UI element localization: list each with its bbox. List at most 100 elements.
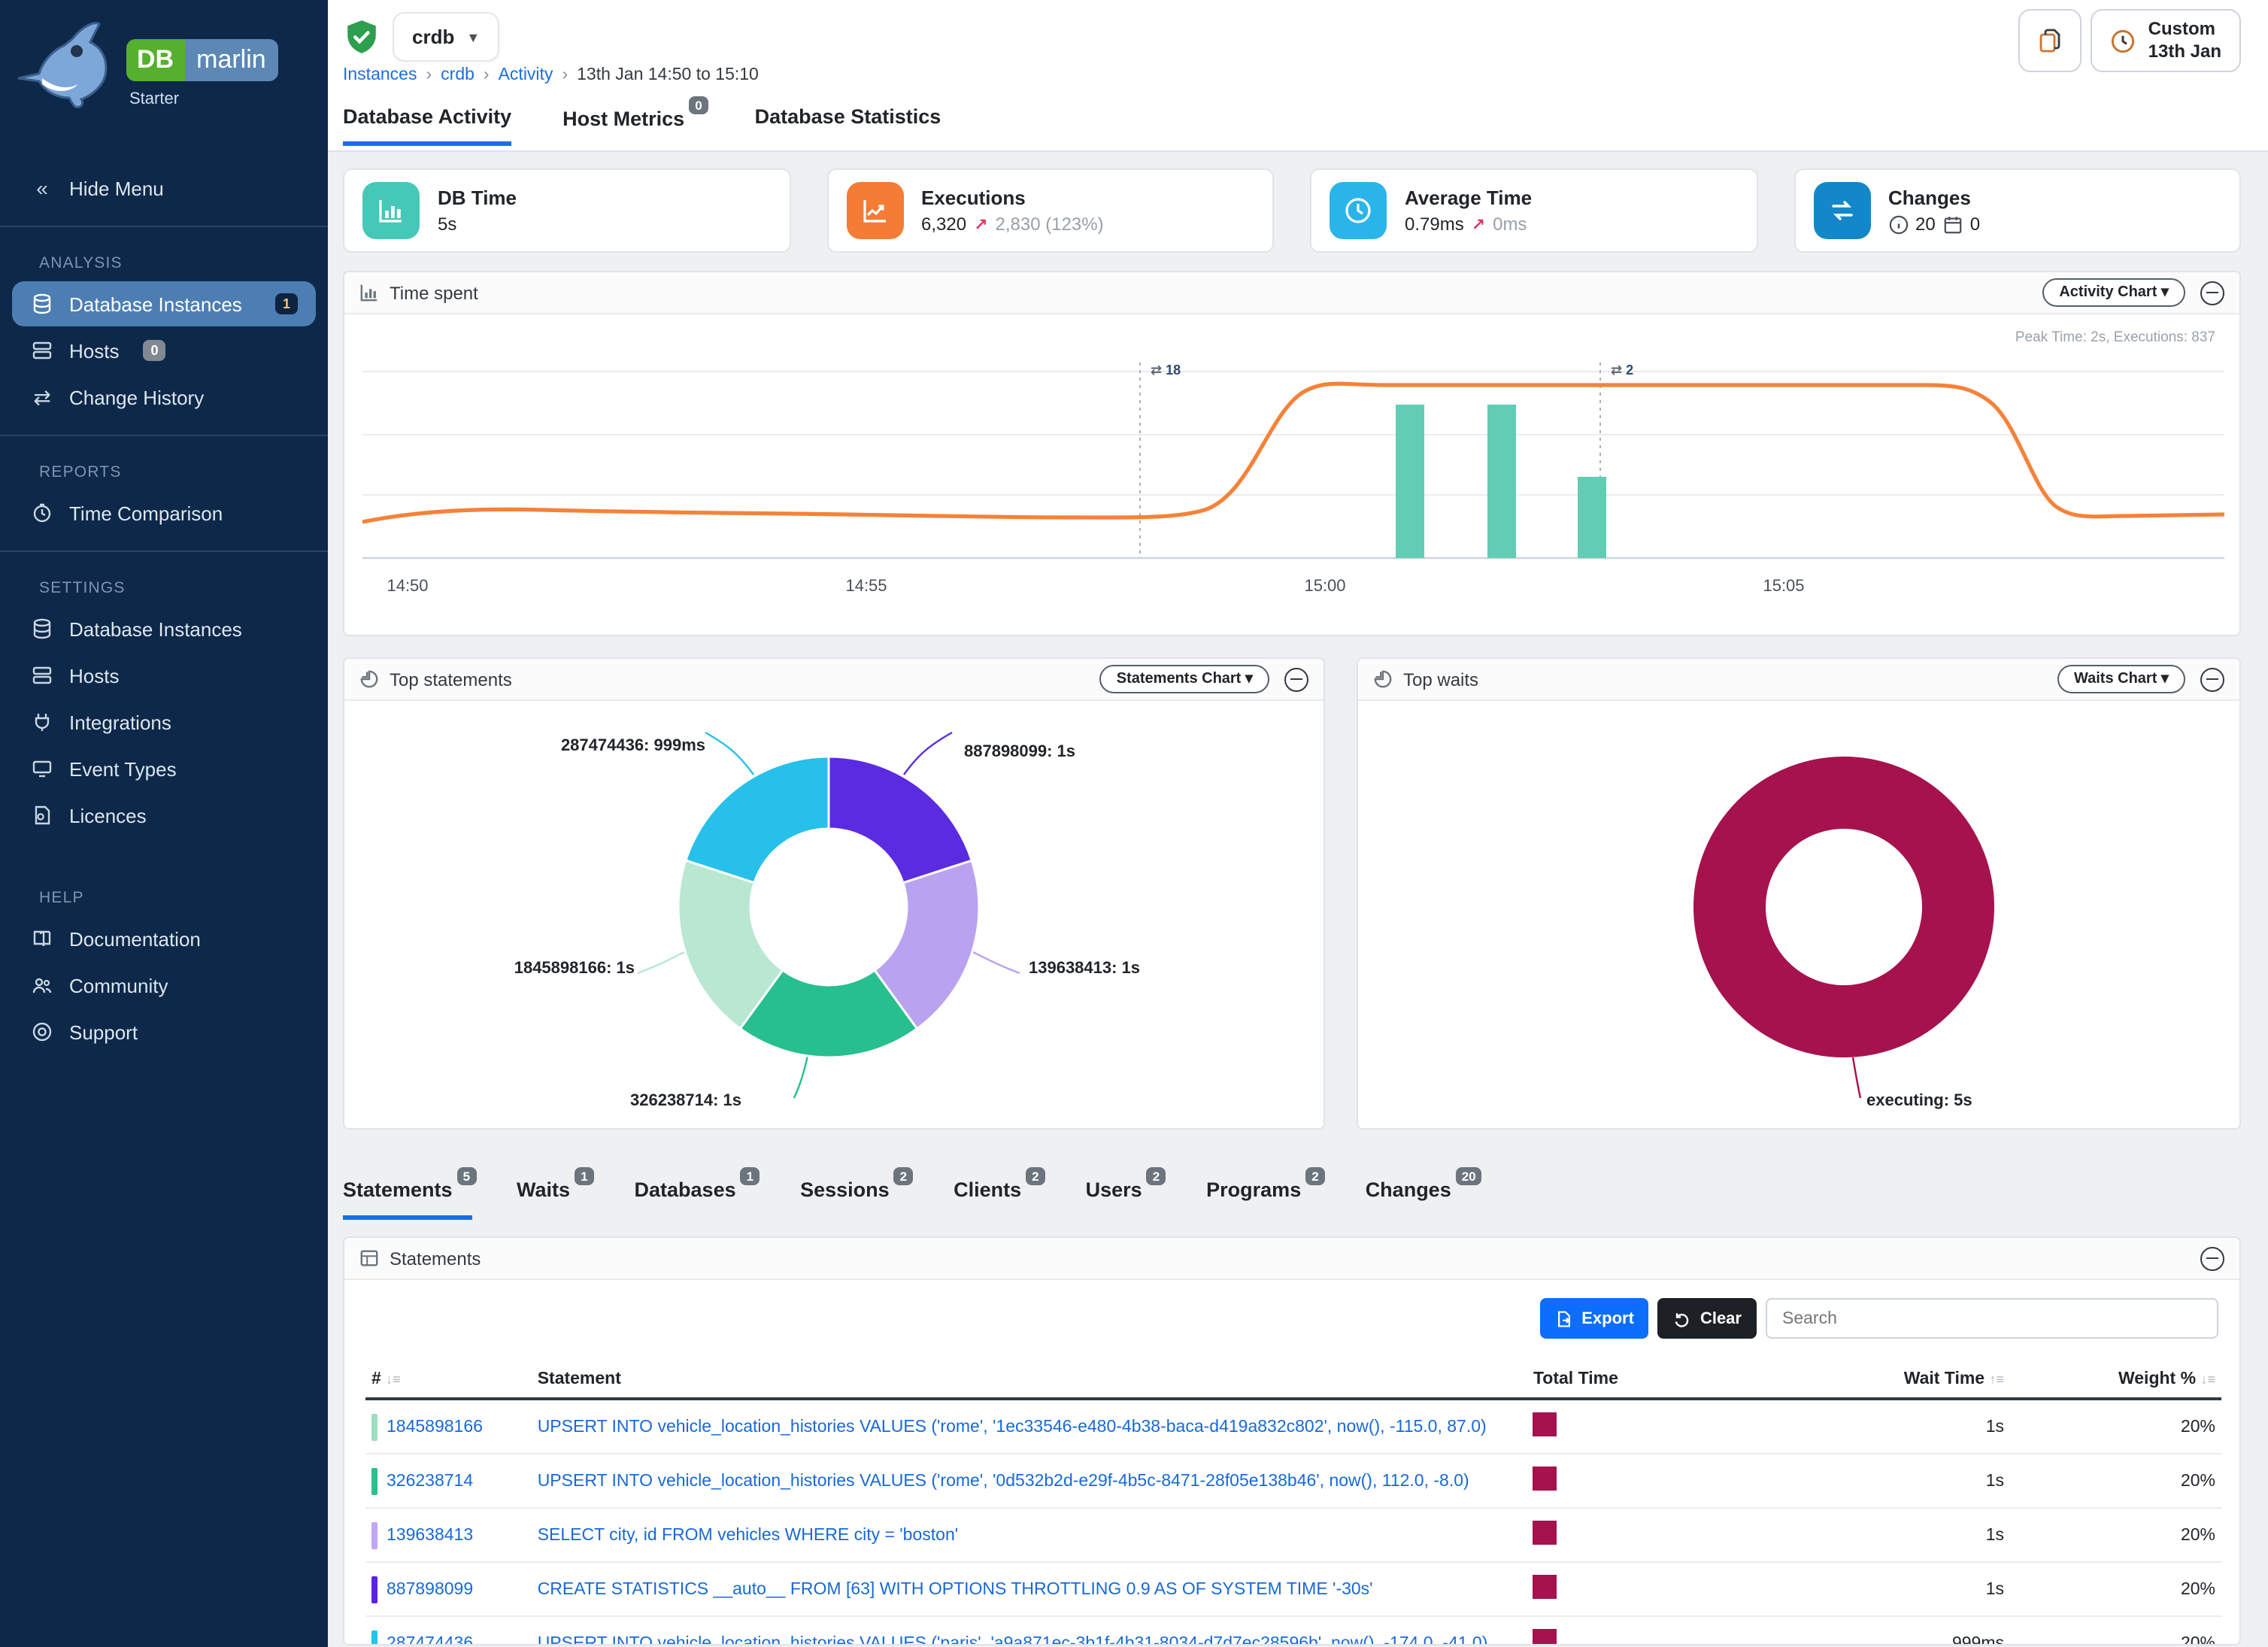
- statement-link[interactable]: UPSERT INTO vehicle_location_histories V…: [538, 1418, 1487, 1436]
- sort-icon[interactable]: ↓≡: [2200, 1372, 2215, 1387]
- book-icon: [30, 927, 54, 951]
- statement-id-link[interactable]: 287474436: [387, 1634, 473, 1645]
- collapse-icon[interactable]: [1284, 667, 1308, 691]
- instance-selector[interactable]: crdb ▼: [393, 12, 499, 62]
- waits-chart-select[interactable]: Waits Chart ▾: [2057, 665, 2185, 693]
- sidebar-item-database-instances[interactable]: Database Instances 1: [12, 281, 316, 326]
- logo[interactable]: DB marlin Starter: [0, 0, 328, 138]
- wait-time: 1s: [1784, 1399, 2010, 1454]
- tab-users[interactable]: Users2: [1086, 1176, 1162, 1219]
- tab-sessions[interactable]: Sessions2: [800, 1176, 908, 1219]
- sidebar-item-label: Integrations: [69, 711, 171, 733]
- peak-note: Peak Time: 2s, Executions: 837: [2015, 329, 2215, 346]
- activity-chart[interactable]: ⇄ 18 ⇄ 2 14:50 14:55 15:00 15:05: [362, 347, 2224, 611]
- logo-marlin: marlin: [184, 39, 278, 81]
- statement-link[interactable]: SELECT city, id FROM vehicles WHERE city…: [538, 1526, 958, 1544]
- statement-id-link[interactable]: 887898099: [387, 1580, 473, 1598]
- donut-label-887898099[interactable]: 887898099: 1s: [964, 743, 1075, 761]
- weight: 20%: [2010, 1399, 2221, 1454]
- donut-label-1845898166[interactable]: 1845898166: 1s: [379, 960, 635, 978]
- statement-link[interactable]: UPSERT INTO vehicle_location_histories V…: [538, 1634, 1488, 1645]
- sidebar-item-change-history[interactable]: ⇄ Change History: [12, 375, 316, 420]
- top-waits-donut[interactable]: [1648, 711, 2039, 1103]
- tab-badge: 0: [689, 96, 708, 114]
- chevron-down-icon: ▼: [466, 29, 480, 44]
- sidebar-item-event-types[interactable]: Event Types: [12, 746, 316, 791]
- sidebar-item-licences[interactable]: Licences: [12, 793, 316, 838]
- table-row[interactable]: 1845898166 UPSERT INTO vehicle_location_…: [365, 1399, 2221, 1454]
- table-icon: [359, 1248, 379, 1268]
- divider: [0, 226, 328, 227]
- delta-up-icon: ↗: [1472, 214, 1485, 234]
- table-row[interactable]: 287474436 UPSERT INTO vehicle_location_h…: [365, 1616, 2221, 1645]
- sidebar-item-settings-hosts[interactable]: Hosts: [12, 653, 316, 698]
- donut-slice-287474436[interactable]: [686, 757, 829, 883]
- sidebar-item-label: Support: [69, 1021, 138, 1043]
- weight: 20%: [2010, 1562, 2221, 1616]
- copy-button[interactable]: [2019, 9, 2082, 72]
- breadcrumb-instances[interactable]: Instances: [343, 66, 417, 84]
- statement-link[interactable]: CREATE STATISTICS __auto__ FROM [63] WIT…: [538, 1580, 1373, 1598]
- tab-database-statistics[interactable]: Database Statistics: [755, 105, 941, 146]
- breadcrumb-range: 13th Jan 14:50 to 15:10: [577, 66, 759, 84]
- card-changes: Changes 20 0: [1793, 168, 2241, 253]
- sidebar-item-integrations[interactable]: Integrations: [12, 699, 316, 745]
- tab-changes[interactable]: Changes20: [1366, 1176, 1478, 1219]
- sidebar-item-hosts[interactable]: Hosts 0: [12, 328, 316, 373]
- statement-color-chip: [371, 1630, 377, 1645]
- donut-label-139638413[interactable]: 139638413: 1s: [1029, 960, 1140, 978]
- statements-chart-select[interactable]: Statements Chart ▾: [1100, 665, 1269, 693]
- statement-link[interactable]: UPSERT INTO vehicle_location_histories V…: [538, 1472, 1469, 1490]
- collapse-icon[interactable]: [2200, 281, 2224, 305]
- top-statements-donut[interactable]: [633, 711, 1024, 1103]
- statement-id-link[interactable]: 326238714: [387, 1472, 473, 1490]
- tab-clients[interactable]: Clients2: [954, 1176, 1041, 1219]
- line-chart-icon: [846, 182, 903, 239]
- marlin-fish-icon: [15, 18, 123, 111]
- sort-icon[interactable]: ↑≡: [1990, 1372, 2005, 1387]
- time-range-button[interactable]: Custom 13th Jan: [2091, 9, 2241, 72]
- statement-id-link[interactable]: 139638413: [387, 1526, 473, 1544]
- sidebar-item-time-comparison[interactable]: Time Comparison: [12, 490, 316, 535]
- donut-slice-887898099[interactable]: [829, 757, 972, 883]
- tab-host-metrics[interactable]: Host Metrics0: [562, 105, 704, 146]
- tab-waits[interactable]: Waits1: [517, 1176, 590, 1219]
- breadcrumb-crdb[interactable]: crdb: [441, 66, 475, 84]
- table-row[interactable]: 887898099 CREATE STATISTICS __auto__ FRO…: [365, 1562, 2221, 1616]
- col-total-time: Total Time: [1527, 1361, 1784, 1399]
- sort-icon[interactable]: ↓≡: [386, 1372, 401, 1387]
- tab-statements[interactable]: Statements5: [343, 1176, 471, 1219]
- collapse-icon[interactable]: [2200, 667, 2224, 691]
- donut-label-326238714[interactable]: 326238714: 1s: [630, 1092, 741, 1110]
- hide-menu-button[interactable]: « Hide Menu: [12, 165, 316, 211]
- tab-programs[interactable]: Programs2: [1206, 1176, 1320, 1219]
- sidebar-item-support[interactable]: Support: [12, 1009, 316, 1054]
- export-button[interactable]: Export: [1539, 1298, 1649, 1339]
- total-time-bar: [1533, 1575, 1557, 1599]
- search-input[interactable]: [1766, 1298, 2218, 1339]
- breadcrumb: Instances› crdb› Activity› 13th Jan 14:5…: [343, 66, 759, 84]
- top-bar: crdb ▼ Instances› crdb› Activity› 13th J…: [328, 0, 2268, 152]
- sidebar-item-label: Hosts: [69, 664, 119, 687]
- table-row[interactable]: 139638413 SELECT city, id FROM vehicles …: [365, 1508, 2221, 1562]
- annotation-changes-1[interactable]: ⇄ 18: [1151, 362, 1181, 378]
- sidebar-item-settings-database-instances[interactable]: Database Instances: [12, 606, 316, 651]
- activity-chart-select[interactable]: Activity Chart ▾: [2042, 278, 2185, 307]
- annotation-changes-2[interactable]: ⇄ 2: [1611, 362, 1633, 378]
- statement-color-chip: [371, 1576, 377, 1603]
- executions-bar: [1578, 477, 1606, 558]
- donut-label-executing[interactable]: executing: 5s: [1866, 1092, 1972, 1110]
- table-row[interactable]: 326238714 UPSERT INTO vehicle_location_h…: [365, 1454, 2221, 1508]
- weight: 20%: [2010, 1508, 2221, 1562]
- sidebar-item-documentation[interactable]: Documentation: [12, 916, 316, 961]
- donut-label-287474436[interactable]: 287474436: 999ms: [435, 737, 705, 755]
- statement-id-link[interactable]: 1845898166: [387, 1418, 483, 1436]
- collapse-icon[interactable]: [2200, 1246, 2224, 1270]
- breadcrumb-activity[interactable]: Activity: [499, 66, 553, 84]
- clear-button[interactable]: Clear: [1658, 1298, 1757, 1339]
- tab-databases[interactable]: Databases1: [635, 1176, 756, 1219]
- collapse-left-icon: «: [30, 176, 54, 200]
- tab-database-activity[interactable]: Database Activity: [343, 105, 511, 146]
- server-icon: [30, 663, 54, 687]
- sidebar-item-community[interactable]: Community: [12, 963, 316, 1008]
